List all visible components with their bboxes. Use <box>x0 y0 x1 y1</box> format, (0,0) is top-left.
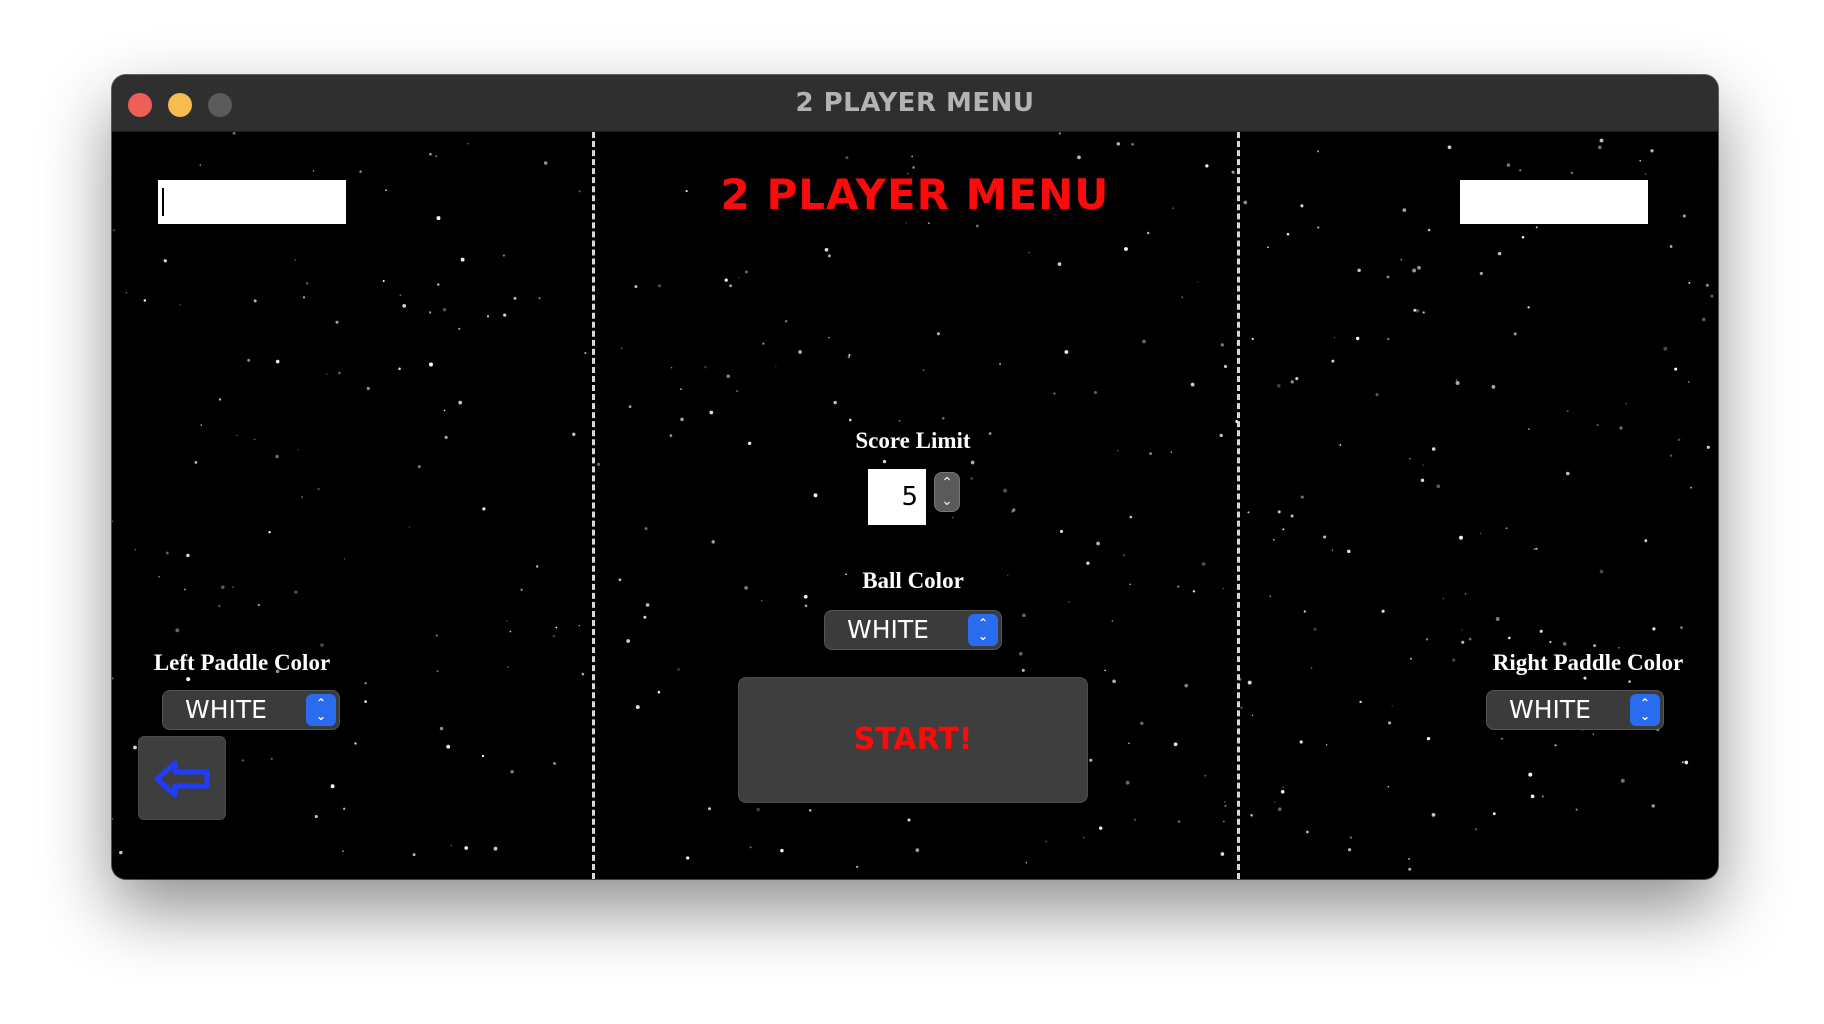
right-paddle-color-value: WHITE <box>1509 695 1591 724</box>
score-limit-field[interactable]: 5 <box>868 469 926 525</box>
back-button[interactable] <box>138 736 226 820</box>
right-paddle-color-select[interactable]: WHITE ⌃ ⌄ <box>1486 690 1664 730</box>
title-bar: 2 PLAYER MENU <box>112 75 1718 132</box>
start-button[interactable]: START! <box>738 677 1088 803</box>
left-divider <box>592 132 595 879</box>
menu-canvas: 2 PLAYER MENU Score Limit 5 ⌃ ⌄ Ball Col… <box>112 132 1718 879</box>
up-down-chevron-icon: ⌃ ⌄ <box>1630 694 1660 726</box>
score-limit-label: Score Limit <box>855 428 971 453</box>
right-paddle-color-label: Right Paddle Color <box>1492 650 1684 675</box>
score-limit-stepper[interactable]: ⌃ ⌄ <box>934 472 960 512</box>
ball-color-select[interactable]: WHITE ⌃ ⌄ <box>824 610 1002 650</box>
chevron-up-icon[interactable]: ⌃ <box>935 474 959 492</box>
window-title: 2 PLAYER MENU <box>795 88 1035 118</box>
ball-color-value: WHITE <box>847 615 929 644</box>
ball-color-label: Ball Color <box>862 568 964 593</box>
menu-heading: 2 PLAYER MENU <box>720 170 1110 219</box>
start-button-label: START! <box>853 722 973 757</box>
right-divider <box>1237 132 1240 879</box>
left-paddle-color-value: WHITE <box>185 695 267 724</box>
back-arrow-icon <box>154 760 210 798</box>
app-window: 2 PLAYER MENU 2 PLAYER MENU Score Limit … <box>112 75 1718 879</box>
up-down-chevron-icon: ⌃ ⌄ <box>306 694 336 726</box>
up-down-chevron-icon: ⌃ ⌄ <box>968 614 998 646</box>
left-paddle-color-select[interactable]: WHITE ⌃ ⌄ <box>162 690 340 730</box>
left-paddle-color-label: Left Paddle Color <box>153 650 331 675</box>
chevron-down-icon[interactable]: ⌄ <box>935 492 959 510</box>
